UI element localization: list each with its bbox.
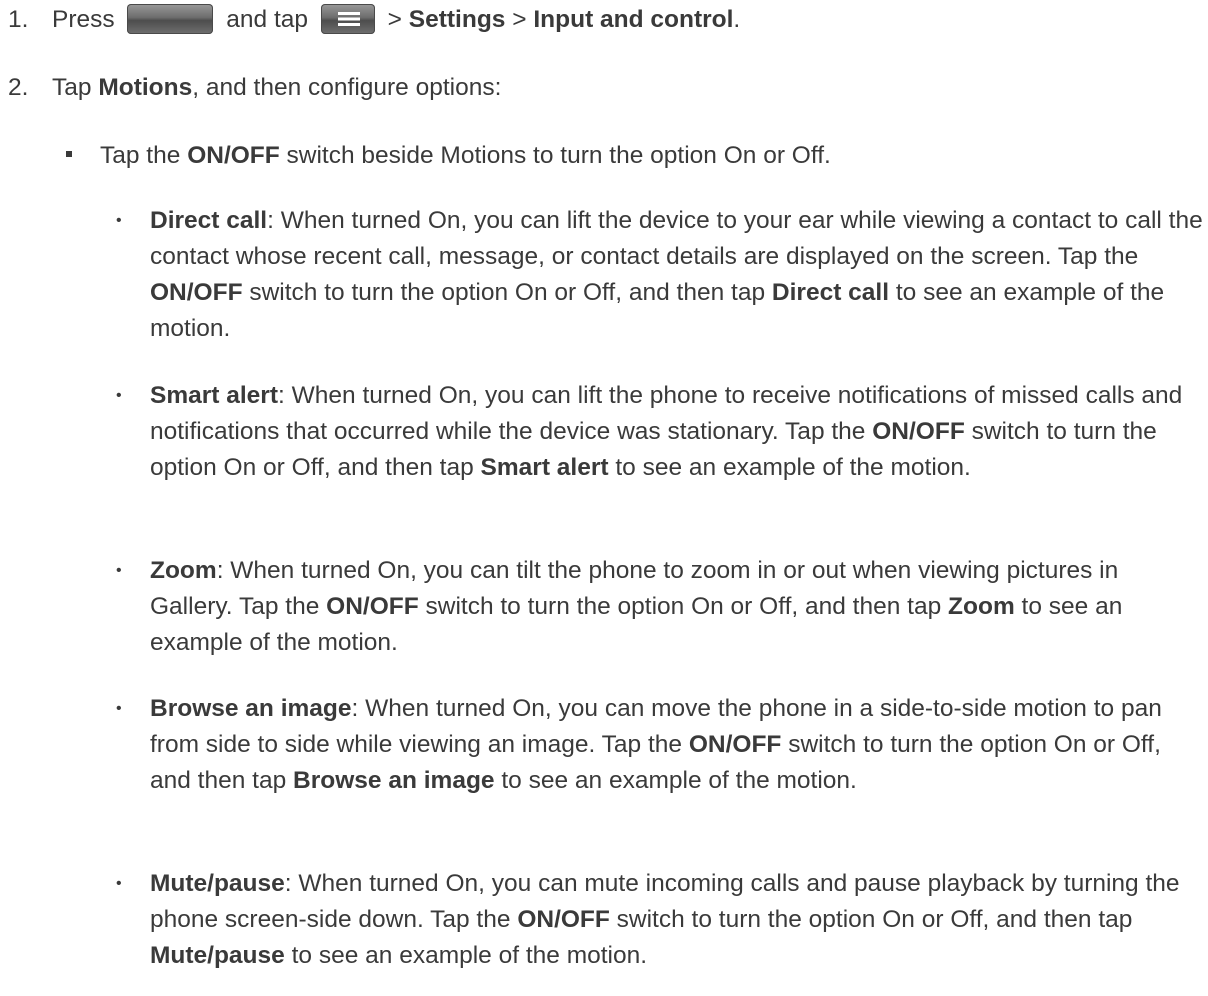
separator: >: [512, 6, 527, 33]
bullet-title-ref: Direct call: [771, 279, 890, 306]
bullet-text-part: : When turned On, you can lift the devic…: [150, 207, 1203, 270]
bullet-dot-icon: •: [116, 700, 122, 717]
step-text: Tap: [52, 74, 92, 101]
bullet-title-ref: Mute/pause: [150, 942, 285, 969]
bullet-dot-icon: •: [116, 875, 122, 892]
step-number: 2.: [8, 74, 29, 101]
item-text: Tap the: [100, 142, 181, 169]
bullet-title-ref: Smart alert: [480, 454, 609, 481]
bullet-dot-icon: •: [116, 562, 122, 579]
bullet-browse-an-image: • Browse an image: When turned On, you c…: [116, 691, 1206, 799]
on-off-label: ON/OFF: [187, 142, 280, 169]
bullet-text: Mute/pause: When turned On, you can mute…: [150, 866, 1206, 974]
punctuation: .: [733, 6, 741, 33]
bullet-dot-icon: •: [116, 387, 122, 404]
bullet-smart-alert: • Smart alert: When turned On, you can l…: [116, 378, 1206, 486]
bullet-text: Browse an image: When turned On, you can…: [150, 691, 1206, 799]
bullet-text: Smart alert: When turned On, you can lif…: [150, 378, 1206, 486]
bullet-title-ref: Browse an image: [293, 767, 495, 794]
step-text: and tap: [226, 6, 309, 33]
bullet-text-part: to see an example of the motion.: [615, 454, 971, 481]
bullet-text: Zoom: When turned On, you can tilt the p…: [150, 553, 1206, 661]
bullet-title: Direct call: [150, 207, 268, 234]
bullet-mute-pause: • Mute/pause: When turned On, you can mu…: [116, 866, 1206, 974]
home-key-icon: [127, 3, 214, 34]
on-off-label: ON/OFF: [517, 906, 610, 933]
step-text: , and then configure options:: [192, 74, 502, 101]
step-number: 1.: [8, 6, 29, 33]
on-off-label: ON/OFF: [150, 279, 243, 306]
bullet-text-part: switch to turn the option On or Off, and…: [249, 279, 766, 306]
separator: >: [387, 6, 402, 33]
bullet-title: Zoom: [150, 557, 217, 584]
square-bullet-icon: [66, 150, 72, 157]
motions-label: Motions: [98, 74, 193, 101]
step-text: Press: [52, 6, 115, 33]
bullet-dot-icon: •: [116, 212, 122, 229]
bullet-title: Mute/pause: [150, 870, 285, 897]
bullet-title: Smart alert: [150, 382, 279, 409]
bullet-direct-call: • Direct call: When turned On, you can l…: [116, 203, 1206, 347]
on-off-label: ON/OFF: [872, 418, 965, 445]
square-bullet-item: Tap the ON/OFF switch beside Motions to …: [66, 138, 831, 174]
settings-label: Settings: [408, 6, 506, 33]
bullet-zoom: • Zoom: When turned On, you can tilt the…: [116, 553, 1206, 661]
bullet-text-part: to see an example of the motion.: [501, 767, 857, 794]
bullet-title: Browse an image: [150, 695, 352, 722]
item-text: switch beside Motions to turn the option…: [286, 142, 831, 169]
bullet-title-ref: Zoom: [948, 593, 1015, 620]
step-1: 1. Press and tap > Settings > Input and c…: [8, 2, 740, 38]
on-off-label: ON/OFF: [688, 731, 782, 758]
step-2: 2. Tap Motions, and then configure option…: [8, 70, 501, 106]
bullet-text-part: switch to turn the option On or Off, and…: [616, 906, 1133, 933]
input-and-control-label: Input and control: [533, 6, 734, 33]
bullet-text: Direct call: When turned On, you can lif…: [150, 203, 1206, 347]
on-off-label: ON/OFF: [326, 593, 419, 620]
menu-key-icon: [320, 3, 375, 34]
bullet-text-part: to see an example of the motion.: [291, 942, 648, 969]
bullet-text-part: switch to turn the option On or Off, and…: [425, 593, 942, 620]
